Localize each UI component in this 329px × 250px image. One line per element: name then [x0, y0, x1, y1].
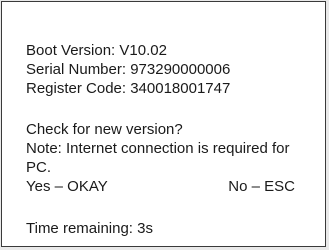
- update-question-text: Check for new version?: [26, 121, 183, 138]
- register-code-text: Register Code: 340018001747: [26, 80, 231, 97]
- boot-update-dialog: Boot Version: V10.02 Serial Number: 9732…: [1, 1, 326, 247]
- boot-version-text: Boot Version: V10.02: [26, 42, 167, 59]
- internet-note-text: Note: Internet connection is required fo…: [26, 140, 290, 176]
- countdown-block: Time remaining: 3s: [26, 219, 311, 238]
- update-prompt-block: Check for new version? Note: Internet co…: [26, 120, 311, 196]
- yes-okay-option[interactable]: Yes – OKAY: [26, 177, 108, 196]
- choice-options: Yes – OKAY No – ESC: [26, 177, 295, 196]
- device-info-block: Boot Version: V10.02 Serial Number: 9732…: [26, 41, 311, 98]
- no-esc-option[interactable]: No – ESC: [228, 177, 295, 196]
- time-remaining-text: Time remaining: 3s: [26, 220, 153, 237]
- serial-number-text: Serial Number: 973290000006: [26, 61, 231, 78]
